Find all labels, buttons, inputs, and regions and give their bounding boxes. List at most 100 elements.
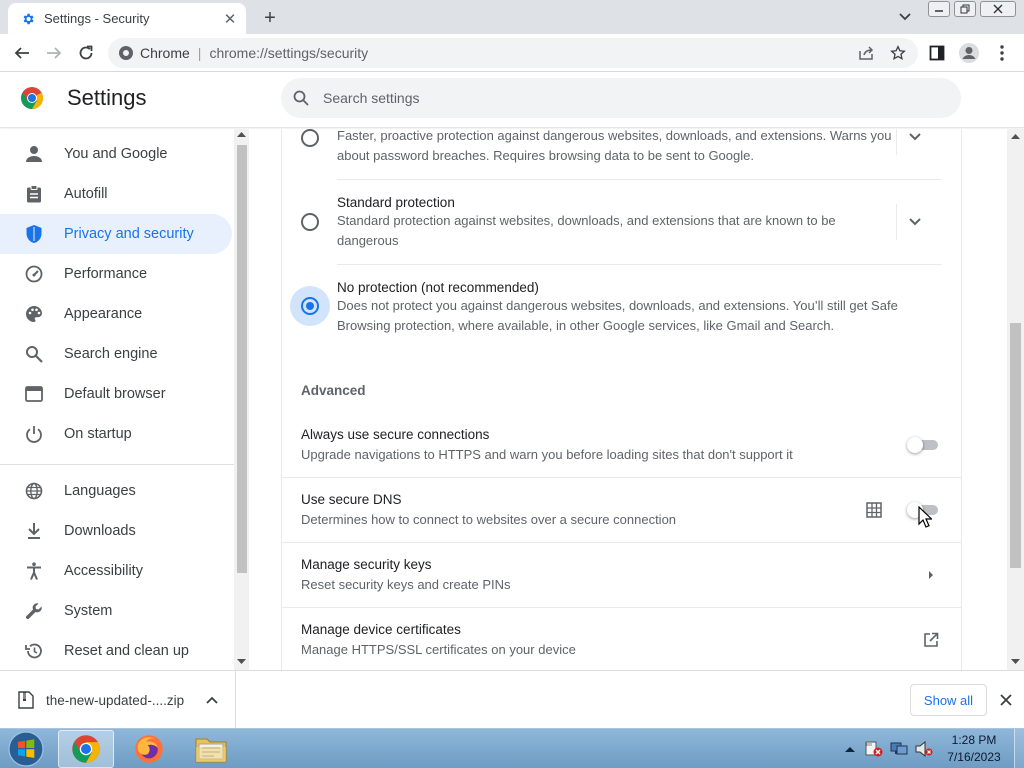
restore-button[interactable] [954,1,976,17]
windows-logo-icon [8,731,44,767]
avatar-icon [959,43,979,63]
sidebar-item-performance[interactable]: Performance [0,254,232,294]
standard-protection-expand-button[interactable] [896,204,932,240]
no-protection-radio[interactable] [301,297,319,315]
profile-button[interactable] [957,41,981,65]
row-divider [337,264,942,265]
minimize-button[interactable] [928,1,950,17]
tray-arrow-up-icon [845,747,855,752]
device-certificates-open-button[interactable] [919,628,943,652]
scroll-up-arrow-icon[interactable] [1011,133,1020,139]
volume-muted-icon[interactable] [914,737,934,761]
scroll-down-arrow-icon[interactable] [237,659,246,665]
sidebar: You and Google Autofill Privacy and secu… [0,129,234,670]
sidebar-item-search-engine[interactable]: Search engine [0,334,232,374]
windows-taskbar: 1:28 PM 7/16/2023 [0,728,1024,768]
tab-search-button[interactable] [895,8,915,26]
show-desktop-button[interactable] [1014,729,1024,768]
sidebar-item-autofill[interactable]: Autofill [0,174,232,214]
search-icon [293,90,309,106]
system-clock[interactable]: 1:28 PM 7/16/2023 [940,732,1008,766]
no-protection-title: No protection (not recommended) [337,280,539,295]
advanced-section-heading: Advanced [301,383,366,398]
device-certificates-description: Manage HTTPS/SSL certificates on your de… [301,642,576,657]
secure-connections-toggle[interactable] [907,437,939,453]
sidebar-item-label: Accessibility [64,563,143,579]
action-center-icon[interactable] [864,737,884,761]
sidebar-item-privacy-and-security[interactable]: Privacy and security [0,214,232,254]
scroll-down-arrow-icon[interactable] [1011,659,1020,665]
taskbar-file-explorer[interactable] [183,730,239,768]
settings-search[interactable] [281,78,961,118]
sidebar-item-label: On startup [64,426,132,442]
chevron-down-icon [899,13,911,21]
download-filename: the-new-updated-....zip [46,692,185,708]
sidebar-item-label: System [64,603,113,619]
sidebar-item-accessibility[interactable]: Accessibility [0,551,232,591]
standard-protection-description: Standard protection against websites, do… [337,213,836,248]
taskbar-chrome[interactable] [58,730,114,768]
enhanced-protection-radio[interactable] [301,129,319,147]
close-tab-icon[interactable]: ✕ [222,11,238,28]
sidebar-scrollbar-thumb[interactable] [237,145,247,573]
taskbar-firefox[interactable] [121,730,177,768]
sidebar-item-reset-and-clean-up[interactable]: Reset and clean up [0,631,232,670]
secure-connections-title: Always use secure connections [301,427,490,442]
power-icon [24,424,44,444]
share-button[interactable] [854,41,878,65]
speedometer-icon [24,264,44,284]
sidebar-item-appearance[interactable]: Appearance [0,294,232,334]
address-bar[interactable]: Chrome | chrome://settings/security [108,38,918,68]
chevron-down-icon [908,218,921,226]
globe-icon [24,481,44,501]
security-keys-title[interactable]: Manage security keys [301,557,432,572]
side-panel-button[interactable] [925,41,949,65]
browser-toolbar: Chrome | chrome://settings/security [0,34,1024,72]
row-divider [282,477,961,478]
sidebar-item-default-browser[interactable]: Default browser [0,374,232,414]
sidebar-item-system[interactable]: System [0,591,232,631]
close-downloads-bar-button[interactable] [996,690,1016,710]
menu-button[interactable] [990,41,1014,65]
start-button[interactable] [6,730,46,768]
forward-button[interactable] [42,41,66,65]
device-certificates-title[interactable]: Manage device certificates [301,622,461,637]
main-scrollbar-thumb[interactable] [1010,323,1021,568]
download-item[interactable]: the-new-updated-....zip [0,671,236,729]
sidebar-divider [0,464,234,465]
show-all-downloads-button[interactable]: Show all [910,684,987,716]
sidebar-item-downloads[interactable]: Downloads [0,511,232,551]
firefox-logo-icon [135,735,163,763]
row-divider [337,179,942,180]
side-panel-icon [929,45,945,61]
network-icon[interactable] [889,737,909,761]
security-keys-arrow[interactable] [919,563,943,587]
close-window-button[interactable] [980,1,1016,17]
search-input[interactable] [323,90,923,106]
back-button[interactable] [10,41,34,65]
no-protection-description: Does not protect you against dangerous w… [337,298,898,333]
enterprise-policy-icon[interactable] [862,498,886,522]
enhanced-protection-expand-button[interactable] [896,129,932,155]
toggle-knob [907,437,923,453]
standard-protection-radio[interactable] [301,213,319,231]
reload-icon [79,45,93,60]
sidebar-item-on-startup[interactable]: On startup [0,414,232,454]
sidebar-item-you-and-google[interactable]: You and Google [0,134,232,174]
security-card: Faster, proactive protection against dan… [281,129,962,670]
restore-icon [24,641,44,661]
tab-settings-security[interactable]: Settings - Security ✕ [8,3,246,34]
download-menu-button[interactable] [206,696,218,704]
new-tab-button[interactable]: + [258,6,282,30]
row-divider [282,607,961,608]
sidebar-item-languages[interactable]: Languages [0,471,232,511]
mouse-cursor-icon [918,506,932,528]
reload-button[interactable] [74,41,98,65]
scroll-up-arrow-icon[interactable] [237,131,246,137]
show-hidden-icons-button[interactable] [844,737,856,761]
zip-file-icon [18,691,34,709]
bookmark-button[interactable] [886,41,910,65]
page-title: Settings [67,85,147,110]
downloads-bar: the-new-updated-....zip Show all [0,670,1024,729]
omnibox-url: chrome://settings/security [209,45,369,61]
